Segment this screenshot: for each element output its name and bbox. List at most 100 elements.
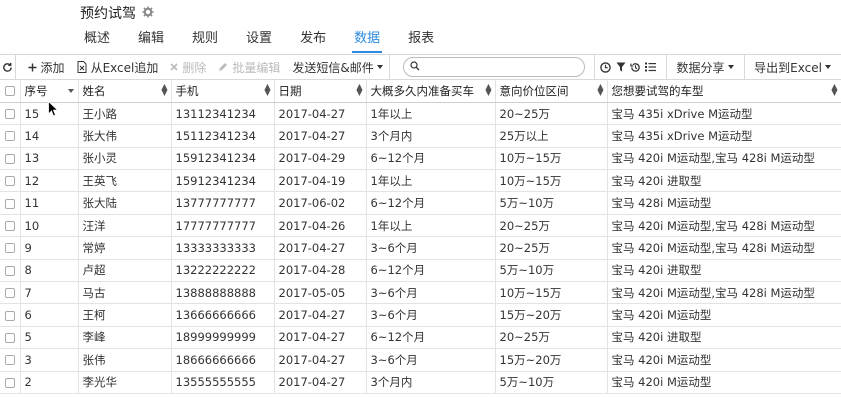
table-cell[interactable]: 王小路 (78, 102, 172, 126)
table-cell[interactable]: 3~6个月 (366, 303, 496, 327)
table-cell[interactable]: 2017-04-27 (274, 236, 367, 260)
row-checkbox-cell[interactable] (0, 147, 21, 171)
table-cell[interactable]: 13222222222 (171, 259, 275, 283)
table-cell[interactable]: 15万~20万 (495, 348, 608, 372)
table-cell[interactable]: 宝马 420i M运动型,宝马 428i M运动型 (607, 214, 841, 238)
batch-edit-button[interactable]: 批量编辑 (212, 55, 286, 79)
table-cell[interactable]: 5 (20, 326, 79, 350)
table-cell[interactable]: 10万~15万 (495, 147, 608, 171)
column-header-price-range[interactable]: 意向价位区间 ▲ ▼ (495, 80, 608, 103)
tab-settings[interactable]: 设置 (232, 28, 286, 52)
checkbox[interactable] (4, 153, 15, 164)
table-cell[interactable]: 宝马 420i M运动型 (607, 348, 841, 372)
table-cell[interactable]: 2017-04-19 (274, 169, 367, 193)
table-cell[interactable]: 10万~15万 (495, 281, 608, 305)
table-cell[interactable]: 11 (20, 191, 79, 215)
checkbox[interactable] (4, 288, 15, 299)
table-cell[interactable]: 3~6个月 (366, 348, 496, 372)
tab-reports[interactable]: 报表 (394, 28, 448, 52)
table-row[interactable]: 12 王英飞 15912341234 2017-04-19 1年以上 10万~15万 宝马 … (0, 169, 841, 193)
table-row[interactable]: 15 王小路 13112341234 2017-04-27 1年以上 20~25万 宝马 4… (0, 102, 841, 126)
tab-overview[interactable]: 概述 (70, 28, 124, 52)
row-checkbox-cell[interactable] (0, 169, 21, 193)
row-checkbox-cell[interactable] (0, 303, 21, 327)
checkbox[interactable] (4, 109, 15, 120)
search-input[interactable] (424, 59, 585, 75)
table-cell[interactable]: 汪洋 (78, 214, 172, 238)
filter-icon[interactable] (613, 55, 628, 79)
row-checkbox-cell[interactable] (0, 102, 21, 126)
column-header-phone[interactable]: 手机 ▲ ▼ (171, 80, 275, 103)
table-cell[interactable]: 9 (20, 236, 79, 260)
table-row[interactable]: 8 卢超 13222222222 2017-04-28 6~12个月 5万~10万 宝马 4… (0, 259, 841, 283)
row-checkbox-cell[interactable] (0, 259, 21, 283)
table-cell[interactable]: 张大伟 (78, 124, 172, 148)
table-cell[interactable]: 25万以上 (495, 124, 608, 148)
table-cell[interactable]: 1年以上 (366, 169, 496, 193)
checkbox[interactable] (4, 131, 15, 142)
table-cell[interactable]: 20~25万 (495, 102, 608, 126)
table-cell[interactable]: 5万~10万 (495, 371, 608, 394)
table-row[interactable]: 10 汪洋 17777777777 2017-04-26 1年以上 20~25万 宝马 42… (0, 214, 841, 238)
table-cell[interactable]: 常婷 (78, 236, 172, 260)
table-cell[interactable]: 6 (20, 303, 79, 327)
row-checkbox-cell[interactable] (0, 371, 21, 394)
table-cell[interactable]: 宝马 420i 进取型 (607, 169, 841, 193)
table-cell[interactable]: 6~12个月 (366, 259, 496, 283)
table-cell[interactable]: 18666666666 (171, 348, 275, 372)
row-checkbox-cell[interactable] (0, 236, 21, 260)
import-excel-button[interactable]: 从Excel追加 (71, 55, 165, 79)
tab-data[interactable]: 数据 (340, 28, 394, 53)
table-cell[interactable]: 6~12个月 (366, 191, 496, 215)
history-icon[interactable] (628, 55, 643, 79)
table-cell[interactable]: 2017-04-27 (274, 371, 367, 394)
table-row[interactable]: 2 李光华 13555555555 2017-04-27 3个月内 5万~10万 宝马 42… (0, 371, 841, 394)
table-cell[interactable]: 王柯 (78, 303, 172, 327)
table-cell[interactable]: 宝马 420i M运动型,宝马 428i M运动型 (607, 281, 841, 305)
table-cell[interactable]: 3~6个月 (366, 236, 496, 260)
table-cell[interactable]: 3个月内 (366, 371, 496, 394)
data-share-dropdown[interactable]: 数据分享 (666, 55, 743, 79)
tab-rules[interactable]: 规则 (178, 28, 232, 52)
table-cell[interactable]: 3~6个月 (366, 281, 496, 305)
table-cell[interactable]: 宝马 420i M运动型 (607, 371, 841, 394)
table-cell[interactable]: 2017-04-27 (274, 102, 367, 126)
table-cell[interactable]: 马古 (78, 281, 172, 305)
checkbox[interactable] (4, 176, 15, 187)
table-cell[interactable]: 宝马 435i xDrive M运动型 (607, 102, 841, 126)
table-cell[interactable]: 张大陆 (78, 191, 172, 215)
row-checkbox-cell[interactable] (0, 348, 21, 372)
table-cell[interactable]: 2017-04-26 (274, 214, 367, 238)
add-button[interactable]: 添加 (22, 55, 71, 79)
checkbox[interactable] (4, 355, 15, 366)
table-cell[interactable]: 8 (20, 259, 79, 283)
checkbox[interactable] (4, 265, 15, 276)
search-box[interactable] (403, 57, 586, 77)
table-cell[interactable]: 张伟 (78, 348, 172, 372)
tab-publish[interactable]: 发布 (286, 28, 340, 52)
checkbox[interactable] (4, 86, 15, 97)
table-cell[interactable]: 1年以上 (366, 214, 496, 238)
table-row[interactable]: 14 张大伟 15112341234 2017-04-27 3个月内 25万以上 宝马 43… (0, 124, 841, 148)
table-cell[interactable]: 13112341234 (171, 102, 275, 126)
list-columns-icon[interactable] (643, 55, 658, 79)
table-cell[interactable]: 宝马 435i xDrive M运动型 (607, 124, 841, 148)
table-cell[interactable]: 13333333333 (171, 236, 275, 260)
checkbox[interactable] (4, 221, 15, 232)
select-all-checkbox[interactable] (0, 80, 21, 103)
table-cell[interactable]: 2017-04-27 (274, 326, 367, 350)
gear-icon[interactable] (142, 6, 154, 21)
table-cell[interactable]: 5万~10万 (495, 259, 608, 283)
table-cell[interactable]: 13888888888 (171, 281, 275, 305)
row-checkbox-cell[interactable] (0, 214, 21, 238)
table-cell[interactable]: 17777777777 (171, 214, 275, 238)
table-cell[interactable]: 12 (20, 169, 79, 193)
table-cell[interactable]: 3 (20, 348, 79, 372)
table-cell[interactable]: 宝马 420i 进取型 (607, 259, 841, 283)
table-row[interactable]: 13 张小灵 15912341234 2017-04-29 6~12个月 10万~15万宝… (0, 147, 841, 171)
column-header-date[interactable]: 日期 ▲ ▼ (274, 80, 367, 103)
table-cell[interactable]: 13666666666 (171, 303, 275, 327)
table-cell[interactable]: 15万~20万 (495, 303, 608, 327)
table-cell[interactable]: 14 (20, 124, 79, 148)
table-cell[interactable]: 15112341234 (171, 124, 275, 148)
